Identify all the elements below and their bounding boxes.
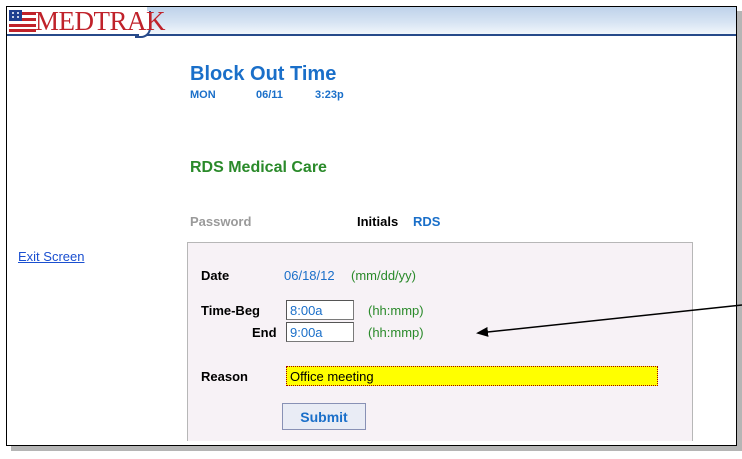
callout-arrow bbox=[476, 304, 742, 337]
